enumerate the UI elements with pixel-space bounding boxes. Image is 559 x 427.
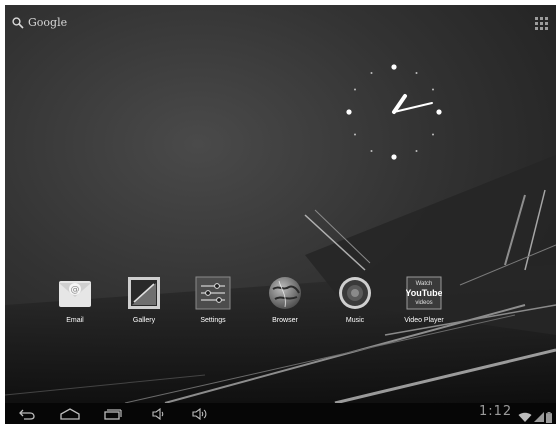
- settings-icon: [195, 275, 231, 311]
- search-label: Google: [28, 16, 68, 29]
- battery-icon: [546, 408, 552, 427]
- app-gallery[interactable]: Gallery: [109, 275, 179, 333]
- app-settings[interactable]: Settings: [178, 275, 248, 333]
- gallery-icon: [126, 275, 162, 311]
- youtube-badge-line2: YouTube: [406, 288, 442, 298]
- volume-down-icon[interactable]: [152, 406, 166, 421]
- google-search-bar[interactable]: Google: [12, 16, 67, 29]
- home-screen: Google @ Email Gallery Settings Browser …: [5, 5, 556, 403]
- recent-apps-icon[interactable]: [104, 406, 122, 421]
- app-label-settings: Settings: [200, 317, 226, 324]
- app-label-browser: Browser: [272, 317, 298, 324]
- app-label-email: Email: [66, 317, 84, 324]
- youtube-badge-line3: videos: [415, 300, 432, 306]
- back-icon[interactable]: [18, 406, 36, 421]
- app-browser[interactable]: Browser: [250, 275, 320, 333]
- home-icon[interactable]: [59, 406, 81, 421]
- app-video-player[interactable]: Watch YouTube videos Video Player: [389, 275, 459, 333]
- wifi-icon: [518, 408, 532, 427]
- status-time[interactable]: 1:12: [479, 404, 512, 419]
- all-apps-icon[interactable]: [535, 17, 549, 30]
- system-navigation-bar: 1:12: [5, 403, 556, 424]
- search-icon: [12, 16, 24, 29]
- svg-text:@: @: [71, 285, 80, 295]
- wallpaper: [5, 155, 556, 403]
- music-icon: [337, 275, 373, 311]
- app-email[interactable]: @ Email: [40, 275, 110, 333]
- email-icon: @: [57, 275, 93, 311]
- status-icons[interactable]: [518, 408, 552, 427]
- volume-up-icon[interactable]: [192, 406, 210, 421]
- browser-icon: [267, 275, 303, 311]
- youtube-badge-line1: Watch: [416, 281, 433, 287]
- app-label-music: Music: [345, 317, 365, 324]
- app-music[interactable]: Music: [320, 275, 390, 333]
- app-label-video-player: Video Player: [404, 317, 444, 324]
- video-player-icon: Watch YouTube videos: [406, 275, 442, 311]
- app-label-gallery: Gallery: [132, 317, 156, 324]
- app-dock: @ Email Gallery Settings Browser Music W…: [5, 275, 556, 335]
- signal-icon: [534, 408, 544, 427]
- analog-clock-widget[interactable]: [343, 61, 445, 163]
